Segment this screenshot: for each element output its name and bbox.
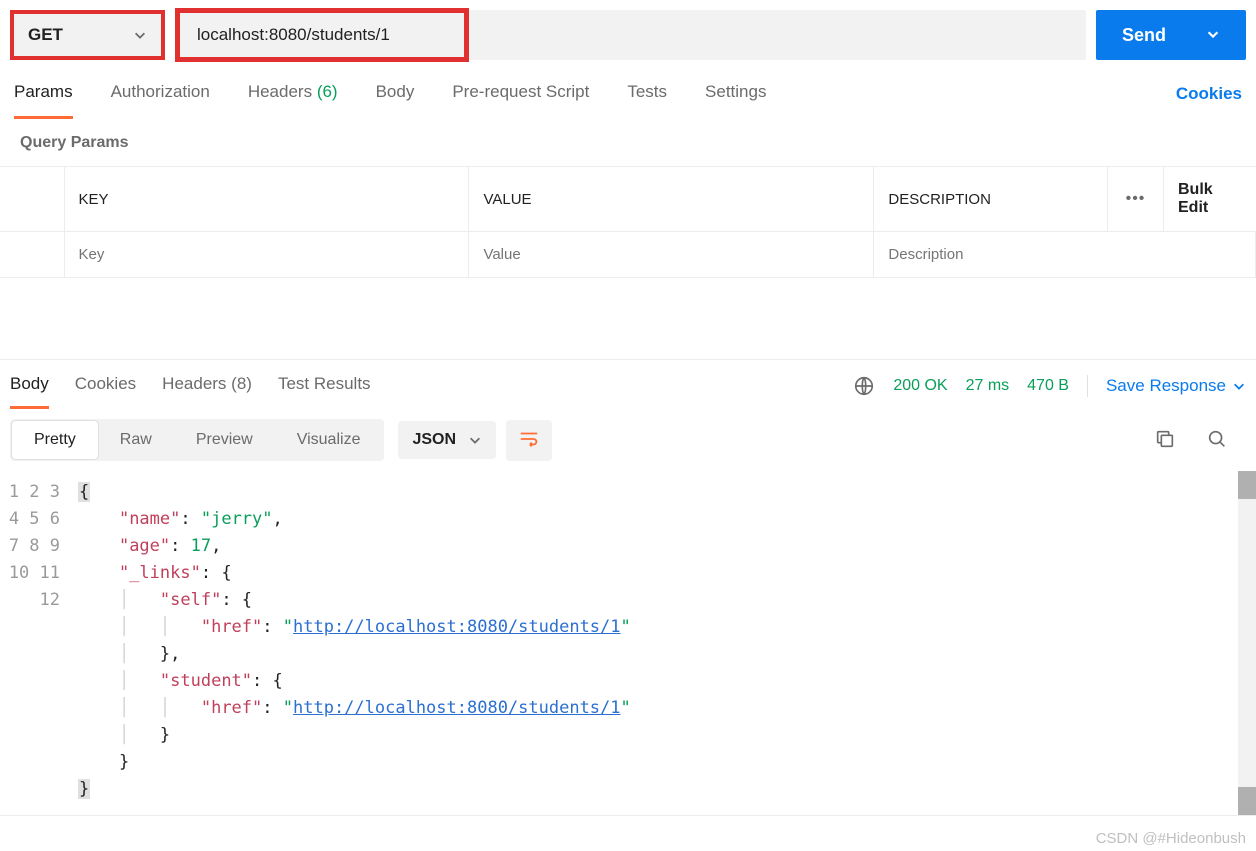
- tab-headers-label: Headers: [248, 82, 312, 101]
- view-tab-visualize[interactable]: Visualize: [275, 421, 383, 459]
- view-tab-preview[interactable]: Preview: [174, 421, 275, 459]
- http-method-label: GET: [28, 25, 63, 45]
- resp-tab-testresults[interactable]: Test Results: [278, 374, 371, 409]
- response-view-tabs: Pretty Raw Preview Visualize: [10, 419, 384, 461]
- tab-settings[interactable]: Settings: [705, 82, 766, 119]
- tab-params[interactable]: Params: [14, 82, 73, 119]
- url-input-wrap: [175, 10, 1086, 60]
- resp-tab-cookies[interactable]: Cookies: [75, 374, 136, 409]
- qp-header-key: KEY: [64, 167, 469, 232]
- line-gutter: 1 2 3 4 5 6 7 8 9 10 11 12: [0, 479, 78, 803]
- save-response-button[interactable]: Save Response: [1106, 376, 1246, 396]
- qp-checkbox-col: [0, 167, 64, 232]
- scroll-thumb-top[interactable]: [1238, 471, 1256, 499]
- query-params-table: KEY VALUE DESCRIPTION ••• Bulk Edit: [0, 166, 1256, 278]
- copy-icon[interactable]: [1154, 428, 1176, 453]
- cookies-link[interactable]: Cookies: [1176, 84, 1242, 118]
- response-section-divider: [0, 278, 1256, 360]
- qp-value-input[interactable]: [483, 246, 859, 263]
- resp-tab-body[interactable]: Body: [10, 374, 49, 409]
- view-tab-pretty[interactable]: Pretty: [12, 421, 98, 459]
- response-toolbar: Pretty Raw Preview Visualize JSON: [0, 409, 1256, 471]
- view-tab-raw[interactable]: Raw: [98, 421, 174, 459]
- tab-prerequest[interactable]: Pre-request Script: [452, 82, 589, 119]
- send-button-label: Send: [1122, 25, 1166, 46]
- resp-tab-headers-label: Headers: [162, 374, 226, 393]
- tab-body[interactable]: Body: [376, 82, 415, 119]
- response-format-select[interactable]: JSON: [398, 421, 496, 459]
- wrap-lines-button[interactable]: [506, 420, 552, 461]
- http-method-select[interactable]: GET: [10, 10, 165, 60]
- qp-desc-input[interactable]: [888, 246, 1241, 263]
- chevron-down-icon: [1206, 25, 1220, 46]
- search-icon[interactable]: [1206, 428, 1228, 453]
- chevron-down-icon: [133, 28, 147, 42]
- globe-icon[interactable]: [853, 375, 875, 397]
- response-format-label: JSON: [412, 431, 456, 449]
- scroll-thumb-bottom[interactable]: [1238, 787, 1256, 815]
- response-size: 470 B: [1027, 377, 1069, 395]
- qp-row-checkbox[interactable]: [0, 232, 64, 278]
- url-input[interactable]: [175, 10, 1086, 60]
- qp-header-value: VALUE: [469, 167, 874, 232]
- scrollbar[interactable]: [1238, 471, 1256, 815]
- resp-tab-headers-count: (8): [231, 374, 252, 393]
- query-params-title: Query Params: [0, 120, 1256, 166]
- status-code: 200 OK: [893, 377, 947, 395]
- tab-headers-count: (6): [317, 82, 338, 101]
- response-body-code: { "name": "jerry", "age": 17, "_links": …: [78, 479, 1256, 803]
- divider: [1087, 375, 1088, 397]
- footer-divider: [0, 815, 1256, 835]
- response-tabs: Body Cookies Headers (8) Test Results 20…: [0, 360, 1256, 409]
- tab-tests[interactable]: Tests: [627, 82, 667, 119]
- response-status-bar: 200 OK 27 ms 470 B Save Response: [853, 375, 1246, 409]
- tab-authorization[interactable]: Authorization: [111, 82, 210, 119]
- request-bar: GET Send: [0, 0, 1256, 70]
- response-time: 27 ms: [966, 377, 1010, 395]
- tab-headers[interactable]: Headers (6): [248, 82, 338, 119]
- resp-tab-headers[interactable]: Headers (8): [162, 374, 252, 409]
- bulk-edit-button[interactable]: Bulk Edit: [1164, 167, 1256, 232]
- request-tabs: Params Authorization Headers (6) Body Pr…: [0, 70, 1256, 120]
- response-body-viewer[interactable]: 1 2 3 4 5 6 7 8 9 10 11 12 { "name": "je…: [0, 471, 1256, 815]
- qp-more-actions[interactable]: •••: [1108, 167, 1164, 232]
- qp-header-desc: DESCRIPTION: [874, 167, 1108, 232]
- save-response-label: Save Response: [1106, 376, 1226, 396]
- dots-icon: •••: [1126, 190, 1146, 207]
- qp-key-input[interactable]: [79, 246, 455, 263]
- send-button[interactable]: Send: [1096, 10, 1246, 60]
